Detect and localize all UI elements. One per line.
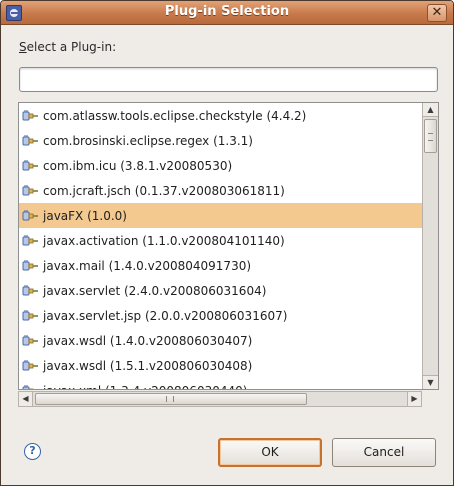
list-item[interactable]: com.brosinski.eclipse.regex (1.3.1) [19, 128, 423, 153]
horizontal-scroll-thumb[interactable] [35, 393, 307, 405]
list-item[interactable]: javax.servlet (2.4.0.v200806031604) [19, 278, 423, 303]
plugin-label: javax.servlet (2.4.0.v200806031604) [43, 283, 267, 298]
plugin-rows: com.atlassw.tools.eclipse.checkstyle (4.… [19, 103, 423, 390]
plugin-label: javax.xml (1.3.4.v200806030440) [43, 384, 247, 390]
list-item[interactable]: javax.activation (1.1.0.v200804101140) [19, 228, 423, 253]
plugin-label: javax.mail (1.4.0.v200804091730) [43, 258, 252, 273]
scroll-up-icon[interactable]: ▲ [423, 103, 438, 117]
plugin-connector-icon [22, 309, 39, 323]
plugin-label: javaFX (1.0.0) [43, 208, 127, 223]
select-plugin-label: Select a Plug-in: [19, 40, 116, 54]
list-item[interactable]: javax.wsdl (1.5.1.v200806030408) [19, 353, 423, 378]
label-text: elect a Plug-in: [26, 40, 117, 54]
title-bar[interactable]: Plug-in Selection ✕ [1, 1, 453, 25]
plugin-connector-icon [22, 134, 39, 148]
plugin-label: com.jcraft.jsch (0.1.37.v200803061811) [43, 183, 285, 198]
plugin-label: javax.wsdl (1.5.1.v200806030408) [43, 358, 253, 373]
list-item[interactable]: javaFX (1.0.0) [19, 203, 423, 228]
plugin-label: javax.wsdl (1.4.0.v200806030407) [43, 333, 253, 348]
plugin-label: com.atlassw.tools.eclipse.checkstyle (4.… [43, 108, 307, 123]
close-button[interactable]: ✕ [427, 4, 447, 22]
plugin-connector-icon [22, 109, 39, 123]
plugin-connector-icon [22, 359, 39, 373]
cancel-button[interactable]: Cancel [332, 438, 436, 467]
plugin-label: com.brosinski.eclipse.regex (1.3.1) [43, 133, 253, 148]
plugin-filter-input[interactable] [19, 67, 438, 92]
dialog-title: Plug-in Selection [164, 4, 290, 19]
scrollbar-corner [422, 391, 439, 407]
help-icon[interactable]: ? [24, 443, 41, 460]
scroll-right-icon[interactable]: ▶ [407, 392, 421, 406]
plugin-connector-icon [22, 384, 39, 389]
vertical-scroll-thumb[interactable] [424, 119, 437, 153]
plugin-connector-icon [22, 184, 39, 198]
plugin-connector-icon [22, 159, 39, 173]
list-item[interactable]: javax.servlet.jsp (2.0.0.v200806031607) [19, 303, 423, 328]
plugin-label: javax.servlet.jsp (2.0.0.v200806031607) [43, 308, 288, 323]
plugin-label: javax.activation (1.1.0.v200804101140) [43, 233, 285, 248]
plugin-list[interactable]: com.atlassw.tools.eclipse.checkstyle (4.… [18, 102, 439, 390]
horizontal-scrollbar[interactable]: ◀ ▶ [18, 391, 422, 407]
list-item[interactable]: com.atlassw.tools.eclipse.checkstyle (4.… [19, 103, 423, 128]
plugin-selection-dialog: Plug-in Selection ✕ Select a Plug-in: co… [0, 0, 454, 486]
plugin-connector-icon [22, 234, 39, 248]
list-item[interactable]: javax.wsdl (1.4.0.v200806030407) [19, 328, 423, 353]
plugin-connector-icon [22, 284, 39, 298]
list-item[interactable]: com.ibm.icu (3.8.1.v20080530) [19, 153, 423, 178]
mnemonic-letter: S [19, 40, 27, 54]
ok-button[interactable]: OK [218, 438, 322, 467]
scroll-left-icon[interactable]: ◀ [19, 392, 33, 406]
vertical-scrollbar[interactable]: ▲ ▼ [422, 103, 438, 389]
plugin-connector-icon [22, 209, 39, 223]
plugin-label: com.ibm.icu (3.8.1.v20080530) [43, 158, 233, 173]
plugin-connector-icon [22, 334, 39, 348]
plugin-connector-icon [22, 259, 39, 273]
list-item[interactable]: com.jcraft.jsch (0.1.37.v200803061811) [19, 178, 423, 203]
scroll-down-icon[interactable]: ▼ [423, 375, 438, 389]
list-item[interactable]: javax.xml (1.3.4.v200806030440) [19, 378, 423, 390]
list-item[interactable]: javax.mail (1.4.0.v200804091730) [19, 253, 423, 278]
